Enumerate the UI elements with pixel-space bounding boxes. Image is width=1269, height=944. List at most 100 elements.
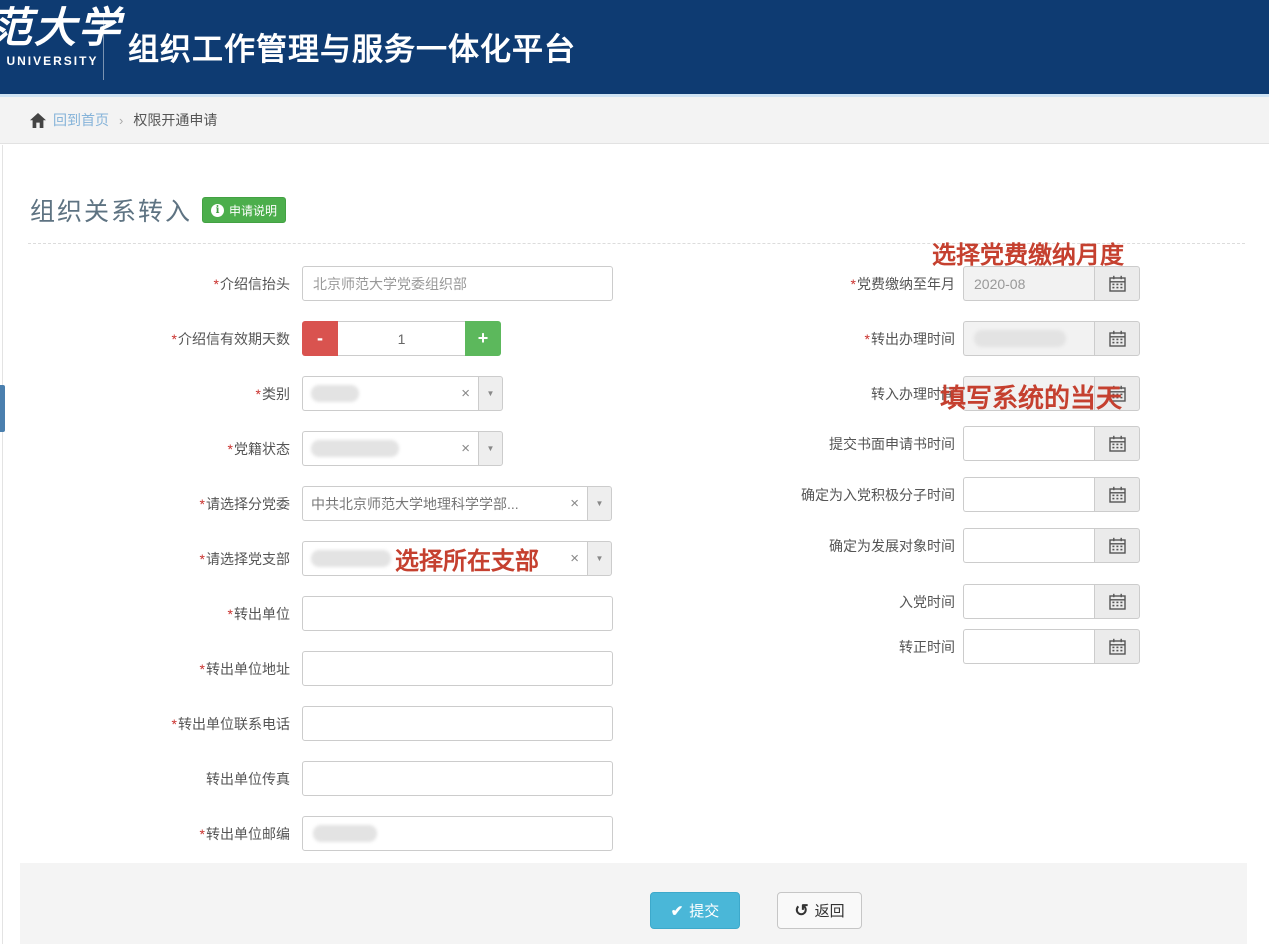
- development-target-date-input[interactable]: [963, 528, 1094, 563]
- back-button-label: 返回: [815, 900, 845, 921]
- field-row-sub-committee: *请选择分党委 中共北京师范大学地理科学学部... × ▼: [0, 486, 612, 521]
- logo-divider: [103, 16, 104, 80]
- transfer-out-date-input[interactable]: [963, 321, 1094, 356]
- join-party-date-calendar-button[interactable]: [1094, 584, 1140, 619]
- field-row-party-status: *党籍状态 × ▼: [0, 431, 503, 466]
- field-row-fee-paid-until: *党费缴纳至年月 2020-08: [640, 266, 1140, 301]
- calendar-icon: [1109, 537, 1126, 554]
- development-target-date-calendar-button[interactable]: [1094, 528, 1140, 563]
- sub-committee-select[interactable]: 中共北京师范大学地理科学学部... ×: [302, 486, 587, 521]
- validity-days-label: *介绍信有效期天数: [0, 329, 290, 349]
- stepper-value[interactable]: 1: [338, 321, 465, 356]
- app-header: 范大学 L UNIVERSITY 组织工作管理与服务一体化平台: [0, 0, 1269, 97]
- submit-button-label: 提交: [689, 900, 719, 921]
- stepper-minus-button[interactable]: -: [302, 321, 338, 356]
- chevron-down-icon: ▼: [596, 554, 604, 563]
- category-dropdown-button[interactable]: ▼: [478, 376, 503, 411]
- breadcrumb-separator: ›: [119, 113, 123, 128]
- clear-icon[interactable]: ×: [566, 495, 579, 512]
- activist-date-label: 确定为入党积极分子时间: [640, 485, 955, 505]
- intro-letter-title-label: *介绍信抬头: [0, 274, 290, 294]
- field-row-full-member-date: 转正时间: [640, 629, 1140, 664]
- unit-phone-input[interactable]: [302, 706, 613, 741]
- full-member-date-input[interactable]: [963, 629, 1094, 664]
- calendar-icon: [1109, 638, 1126, 655]
- application-instructions-badge[interactable]: i 申请说明: [202, 197, 286, 223]
- redacted-value: [311, 385, 359, 402]
- transfer-out-date-calendar-button[interactable]: [1094, 321, 1140, 356]
- unit-address-label: *转出单位地址: [0, 659, 290, 679]
- calendar-icon: [1109, 486, 1126, 503]
- redacted-value: [313, 825, 377, 842]
- chevron-down-icon: ▼: [487, 389, 495, 398]
- field-row-unit-phone: *转出单位联系电话: [0, 706, 613, 741]
- breadcrumb-home-link[interactable]: 回到首页: [53, 110, 109, 130]
- intro-letter-title-input[interactable]: [302, 266, 613, 301]
- fee-paid-until-calendar-button[interactable]: [1094, 266, 1140, 301]
- party-status-select[interactable]: ×: [302, 431, 478, 466]
- breadcrumb: 回到首页 › 权限开通申请: [0, 97, 1269, 144]
- written-application-date-label: 提交书面申请书时间: [640, 434, 955, 454]
- page-title: 组织关系转入: [30, 192, 192, 228]
- activist-date-input[interactable]: [963, 477, 1094, 512]
- page-title-row: 组织关系转入 i 申请说明: [30, 192, 286, 228]
- transfer-out-unit-input[interactable]: [302, 596, 613, 631]
- field-row-join-party-date: 入党时间: [640, 584, 1140, 619]
- field-row-transfer-out-unit: *转出单位: [0, 596, 613, 631]
- field-row-party-branch: *请选择党支部 选择所在支部 × ▼: [0, 541, 612, 576]
- field-row-written-application-date: 提交书面申请书时间: [640, 426, 1140, 461]
- fee-paid-until-input[interactable]: 2020-08: [963, 266, 1094, 301]
- development-target-date-label: 确定为发展对象时间: [640, 536, 955, 556]
- unit-zipcode-label: *转出单位邮编: [0, 824, 290, 844]
- footer-panel: [20, 863, 1247, 944]
- party-branch-select[interactable]: 选择所在支部 ×: [302, 541, 587, 576]
- field-row-activist-date: 确定为入党积极分子时间: [640, 477, 1140, 512]
- clear-icon[interactable]: ×: [457, 440, 470, 457]
- breadcrumb-current: 权限开通申请: [133, 110, 217, 130]
- sub-committee-label: *请选择分党委: [0, 494, 290, 514]
- activist-date-calendar-button[interactable]: [1094, 477, 1140, 512]
- info-icon: i: [211, 204, 224, 217]
- join-party-date-input[interactable]: [963, 584, 1094, 619]
- field-row-development-target-date: 确定为发展对象时间: [640, 528, 1140, 563]
- unit-zipcode-input[interactable]: [302, 816, 613, 851]
- app-title: 组织工作管理与服务一体化平台: [128, 24, 576, 69]
- party-branch-dropdown-button[interactable]: ▼: [587, 541, 612, 576]
- full-member-date-calendar-button[interactable]: [1094, 629, 1140, 664]
- unit-phone-label: *转出单位联系电话: [0, 714, 290, 734]
- field-row-unit-fax: 转出单位传真: [0, 761, 613, 796]
- category-label: *类别: [0, 384, 290, 404]
- written-application-date-input[interactable]: [963, 426, 1094, 461]
- field-row-transfer-out-date: *转出办理时间: [640, 321, 1140, 356]
- written-application-date-calendar-button[interactable]: [1094, 426, 1140, 461]
- unit-fax-label: 转出单位传真: [0, 769, 290, 789]
- info-badge-label: 申请说明: [229, 202, 277, 219]
- category-select[interactable]: ×: [302, 376, 478, 411]
- party-branch-label: *请选择党支部: [0, 549, 290, 569]
- unit-address-input[interactable]: [302, 651, 613, 686]
- field-row-unit-zipcode: *转出单位邮编: [0, 816, 613, 851]
- back-button[interactable]: ↺ 返回: [777, 892, 862, 929]
- redacted-value: [974, 330, 1066, 347]
- join-party-date-label: 入党时间: [640, 592, 955, 612]
- fee-paid-until-label: *党费缴纳至年月: [640, 274, 955, 294]
- validity-days-stepper: - 1 +: [302, 321, 501, 356]
- calendar-icon: [1109, 593, 1126, 610]
- chevron-down-icon: ▼: [596, 499, 604, 508]
- party-status-dropdown-button[interactable]: ▼: [478, 431, 503, 466]
- submit-button[interactable]: ✔ 提交: [650, 892, 740, 929]
- sub-committee-dropdown-button[interactable]: ▼: [587, 486, 612, 521]
- field-row-validity-days: *介绍信有效期天数 - 1 +: [0, 321, 501, 356]
- field-row-intro-letter-title: *介绍信抬头: [0, 266, 613, 301]
- stepper-plus-button[interactable]: +: [465, 321, 501, 356]
- annotation-fee-month: 选择党费缴纳月度: [932, 235, 1124, 270]
- field-row-category: *类别 × ▼: [0, 376, 503, 411]
- redacted-value: [311, 440, 399, 457]
- clear-icon[interactable]: ×: [457, 385, 470, 402]
- full-member-date-label: 转正时间: [640, 637, 955, 657]
- clear-icon[interactable]: ×: [566, 550, 579, 567]
- unit-fax-input[interactable]: [302, 761, 613, 796]
- transfer-out-unit-label: *转出单位: [0, 604, 290, 624]
- check-icon: ✔: [671, 902, 684, 920]
- calendar-icon: [1109, 435, 1126, 452]
